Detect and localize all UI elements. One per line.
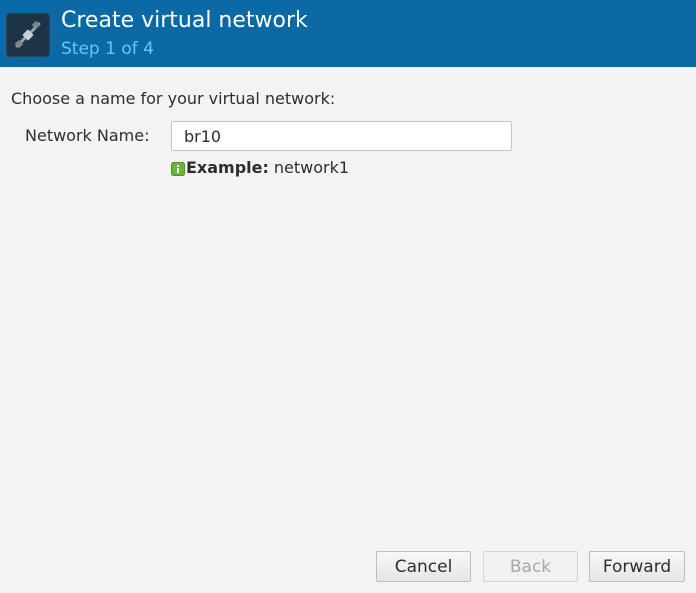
- network-cable-icon: [6, 13, 50, 57]
- wizard-step-indicator: Step 1 of 4: [61, 39, 154, 59]
- name-prompt: Choose a name for your virtual network:: [11, 89, 336, 108]
- example-hint: Example: network1: [171, 158, 349, 177]
- wizard-header: Create virtual network Step 1 of 4: [0, 0, 696, 67]
- network-name-input[interactable]: [171, 121, 512, 151]
- forward-button[interactable]: Forward: [589, 551, 685, 582]
- example-label: Example:: [186, 158, 269, 177]
- cancel-button[interactable]: Cancel: [376, 551, 471, 582]
- wizard-title: Create virtual network: [61, 8, 308, 33]
- back-button[interactable]: Back: [483, 551, 578, 582]
- info-icon: [171, 161, 185, 176]
- network-name-label: Network Name:: [25, 126, 150, 145]
- example-value: network1: [273, 158, 350, 177]
